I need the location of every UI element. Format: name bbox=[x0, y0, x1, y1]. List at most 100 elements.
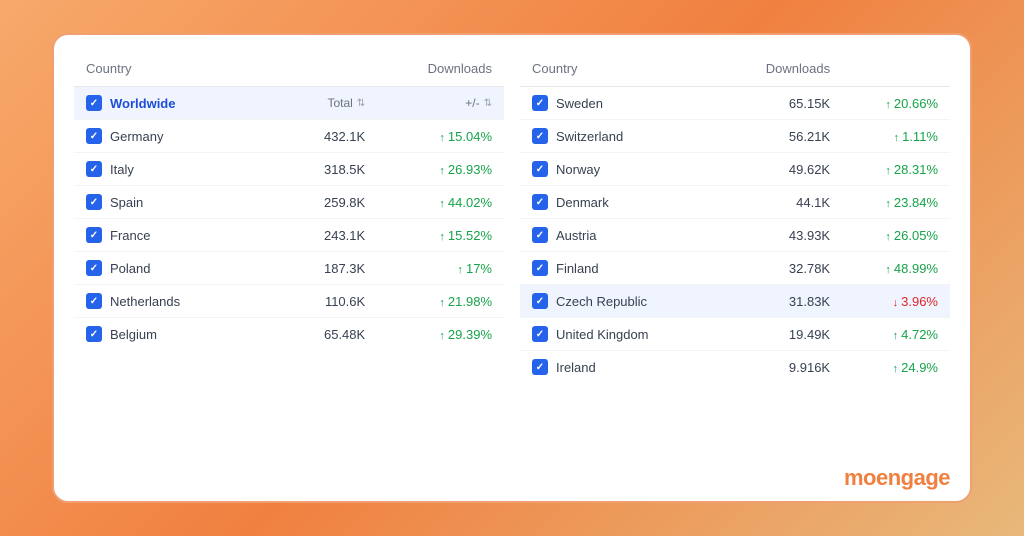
downloads-cell: 43.93K bbox=[718, 219, 842, 252]
downloads-cell: 65.15K bbox=[718, 87, 842, 120]
country-name: Austria bbox=[556, 228, 596, 243]
downloads-cell: 49.62K bbox=[718, 153, 842, 186]
country-name: Germany bbox=[110, 129, 163, 144]
row-checkbox[interactable] bbox=[86, 128, 102, 144]
worldwide-change-col: +/- ⇅ bbox=[377, 87, 504, 120]
country-name: Finland bbox=[556, 261, 599, 276]
country-cell: Czech Republic bbox=[520, 285, 718, 317]
change-sort[interactable]: +/- ⇅ bbox=[465, 96, 492, 110]
change-cell: 24.9% bbox=[842, 351, 950, 384]
row-checkbox[interactable] bbox=[86, 161, 102, 177]
table-row: Spain 259.8K 44.02% bbox=[74, 186, 504, 219]
left-col-downloads: Downloads bbox=[269, 51, 504, 87]
row-checkbox[interactable] bbox=[86, 194, 102, 210]
change-cell: 29.39% bbox=[377, 318, 504, 351]
change-sort-icon: ⇅ bbox=[484, 98, 492, 109]
change-cell: 15.04% bbox=[377, 120, 504, 153]
row-checkbox[interactable] bbox=[86, 227, 102, 243]
change-cell: 20.66% bbox=[842, 87, 950, 120]
country-name: Poland bbox=[110, 261, 150, 276]
row-checkbox[interactable] bbox=[86, 326, 102, 342]
change-cell: 26.05% bbox=[842, 219, 950, 252]
country-cell: France bbox=[74, 219, 269, 251]
row-checkbox[interactable] bbox=[532, 161, 548, 177]
downloads-cell: 259.8K bbox=[269, 186, 377, 219]
worldwide-total-col: Total ⇅ bbox=[269, 87, 377, 120]
country-cell: Austria bbox=[520, 219, 718, 251]
row-checkbox[interactable] bbox=[532, 326, 548, 342]
country-cell: Poland bbox=[74, 252, 269, 284]
left-table-panel: Country Downloads Worldwide bbox=[74, 51, 504, 461]
downloads-cell: 432.1K bbox=[269, 120, 377, 153]
right-col-change bbox=[842, 51, 950, 87]
row-checkbox[interactable] bbox=[532, 359, 548, 375]
row-checkbox[interactable] bbox=[86, 293, 102, 309]
table-row: Finland 32.78K 48.99% bbox=[520, 252, 950, 285]
change-cell: 4.72% bbox=[842, 318, 950, 351]
country-cell: United Kingdom bbox=[520, 318, 718, 350]
tables-container: Country Downloads Worldwide bbox=[74, 51, 950, 461]
country-cell: Ireland bbox=[520, 351, 718, 383]
row-checkbox[interactable] bbox=[532, 194, 548, 210]
right-col-downloads: Downloads bbox=[718, 51, 842, 87]
row-checkbox[interactable] bbox=[86, 260, 102, 276]
change-cell: 23.84% bbox=[842, 186, 950, 219]
country-cell: Italy bbox=[74, 153, 269, 185]
table-row: Czech Republic 31.83K 3.96% bbox=[520, 285, 950, 318]
change-cell: 21.98% bbox=[377, 285, 504, 318]
row-checkbox[interactable] bbox=[532, 95, 548, 111]
brand-logo: moengage bbox=[844, 465, 950, 491]
left-table: Country Downloads Worldwide bbox=[74, 51, 504, 350]
country-cell: Switzerland bbox=[520, 120, 718, 152]
table-row: Poland 187.3K 17% bbox=[74, 252, 504, 285]
row-checkbox[interactable] bbox=[532, 128, 548, 144]
main-card: Country Downloads Worldwide bbox=[52, 33, 972, 503]
downloads-cell: 31.83K bbox=[718, 285, 842, 318]
table-row: United Kingdom 19.49K 4.72% bbox=[520, 318, 950, 351]
country-name: Czech Republic bbox=[556, 294, 647, 309]
table-row: Switzerland 56.21K 1.11% bbox=[520, 120, 950, 153]
worldwide-row: Worldwide Total ⇅ +/- ⇅ bbox=[74, 87, 504, 120]
downloads-cell: 318.5K bbox=[269, 153, 377, 186]
country-cell: Norway bbox=[520, 153, 718, 185]
downloads-cell: 32.78K bbox=[718, 252, 842, 285]
table-row: Italy 318.5K 26.93% bbox=[74, 153, 504, 186]
left-col-country: Country bbox=[74, 51, 269, 87]
country-name: Ireland bbox=[556, 360, 596, 375]
right-table-panel: Country Downloads Sweden bbox=[520, 51, 950, 461]
table-row: France 243.1K 15.52% bbox=[74, 219, 504, 252]
table-row: Germany 432.1K 15.04% bbox=[74, 120, 504, 153]
row-checkbox[interactable] bbox=[532, 260, 548, 276]
brand-accent: gage bbox=[901, 465, 950, 490]
row-checkbox[interactable] bbox=[532, 227, 548, 243]
change-cell: 48.99% bbox=[842, 252, 950, 285]
country-name: Netherlands bbox=[110, 294, 180, 309]
change-cell: 28.31% bbox=[842, 153, 950, 186]
worldwide-checkbox[interactable] bbox=[86, 95, 102, 111]
country-cell: Sweden bbox=[520, 87, 718, 119]
country-cell: Netherlands bbox=[74, 285, 269, 317]
country-cell: Spain bbox=[74, 186, 269, 218]
brand-main: moen bbox=[844, 465, 901, 490]
row-checkbox[interactable] bbox=[532, 293, 548, 309]
total-sort-icon: ⇅ bbox=[357, 98, 365, 109]
country-name: Norway bbox=[556, 162, 600, 177]
downloads-cell: 56.21K bbox=[718, 120, 842, 153]
total-sort[interactable]: Total ⇅ bbox=[327, 96, 365, 110]
country-cell: Finland bbox=[520, 252, 718, 284]
worldwide-label: Worldwide bbox=[110, 96, 175, 111]
change-cell: 17% bbox=[377, 252, 504, 285]
downloads-cell: 44.1K bbox=[718, 186, 842, 219]
country-name: Spain bbox=[110, 195, 143, 210]
table-row: Denmark 44.1K 23.84% bbox=[520, 186, 950, 219]
country-cell: Germany bbox=[74, 120, 269, 152]
table-row: Austria 43.93K 26.05% bbox=[520, 219, 950, 252]
change-cell: 26.93% bbox=[377, 153, 504, 186]
table-row: Netherlands 110.6K 21.98% bbox=[74, 285, 504, 318]
change-cell: 3.96% bbox=[842, 285, 950, 318]
country-name: Belgium bbox=[110, 327, 157, 342]
country-name: Denmark bbox=[556, 195, 609, 210]
downloads-cell: 243.1K bbox=[269, 219, 377, 252]
country-cell: Denmark bbox=[520, 186, 718, 218]
table-row: Sweden 65.15K 20.66% bbox=[520, 87, 950, 120]
